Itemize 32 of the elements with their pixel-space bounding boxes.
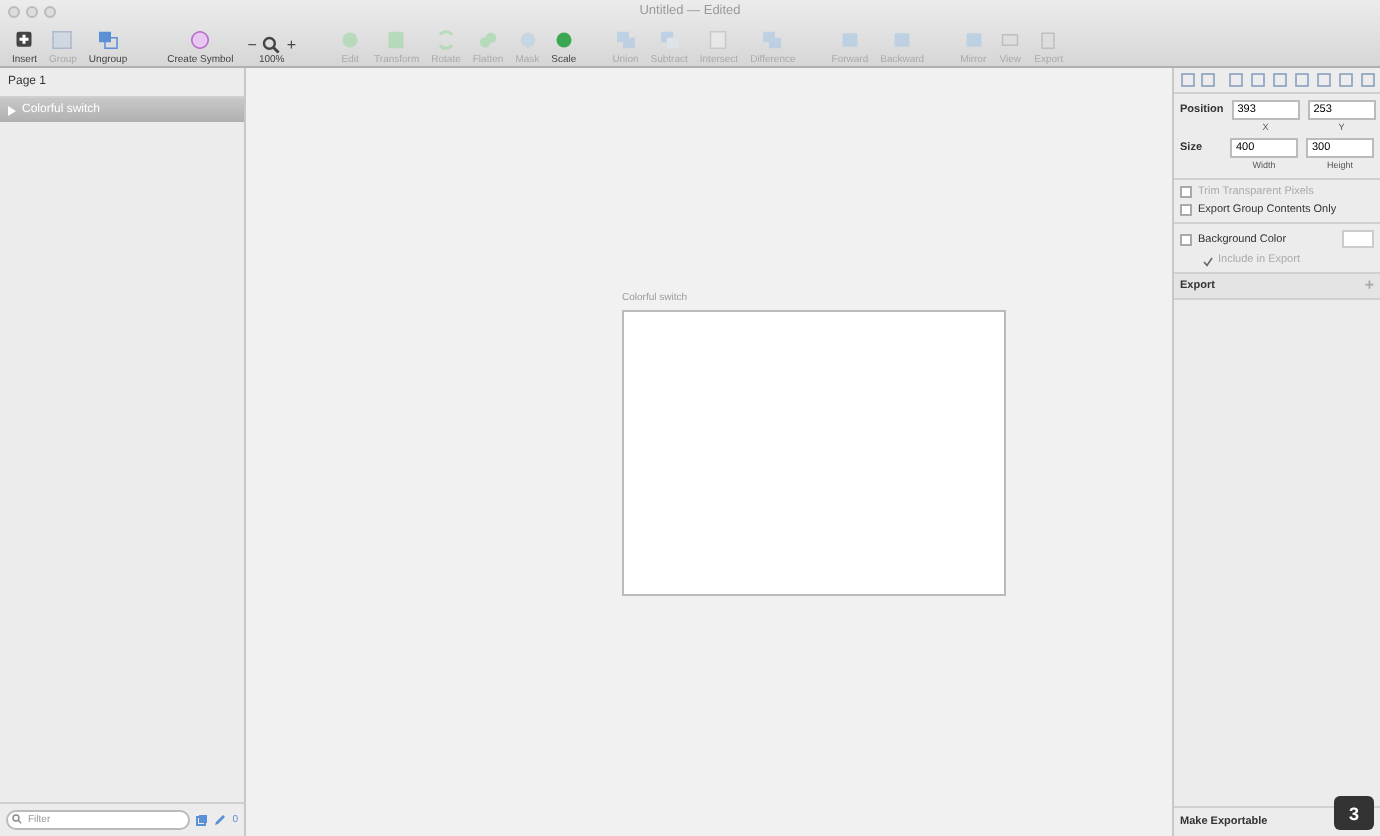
square-icon	[961, 28, 986, 52]
artboard[interactable]	[622, 310, 1006, 596]
squares-icon	[613, 28, 638, 52]
color-swatch[interactable]	[1342, 230, 1374, 248]
squares-icon	[657, 28, 682, 52]
page-icon	[706, 28, 731, 52]
checkbox[interactable]	[1180, 204, 1192, 216]
square-icon	[890, 28, 915, 52]
search-icon	[262, 36, 281, 54]
squares-icon	[96, 28, 121, 52]
zoom-in-button[interactable]: +	[286, 36, 297, 54]
checkbox[interactable]	[1180, 233, 1192, 245]
square-icon	[50, 28, 75, 52]
circle-icon	[551, 28, 576, 52]
disclosure-icon[interactable]	[8, 105, 16, 115]
page-icon	[1036, 28, 1061, 52]
pencil-icon[interactable]	[214, 814, 227, 826]
circle-icon	[515, 28, 540, 52]
blob-icon	[338, 28, 363, 52]
circle-icon	[188, 28, 213, 52]
squares-icon	[760, 28, 785, 52]
square-icon	[998, 28, 1023, 52]
square-icon	[384, 28, 409, 52]
plus-icon	[12, 28, 37, 52]
zoom-out-button[interactable]: −	[247, 36, 257, 54]
circles-icon	[476, 28, 501, 52]
square-icon	[837, 28, 862, 52]
pages-icon[interactable]	[196, 814, 209, 826]
alignment-icons-drawing[interactable]	[1174, 68, 1380, 94]
step-badge: 3	[1334, 796, 1374, 830]
arrows-icon	[434, 28, 458, 52]
add-button[interactable]: +	[1364, 280, 1374, 292]
